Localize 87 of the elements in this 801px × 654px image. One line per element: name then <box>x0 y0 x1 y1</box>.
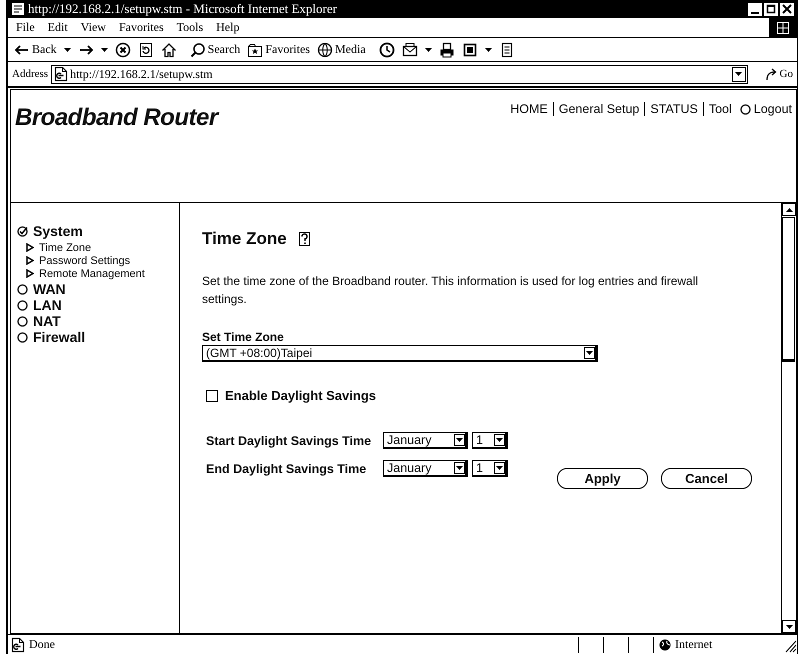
home-button[interactable] <box>160 42 177 58</box>
go-button[interactable]: Go <box>764 67 793 81</box>
printer-icon <box>438 42 455 58</box>
description-text: Set the time zone of the Broadband router. This information is used for log entries and firewall settings. <box>202 273 700 308</box>
window-title: http://192.168.2.1/setupw.stm - Microsoft Internet Explorer <box>28 1 338 17</box>
page-icon <box>54 66 68 82</box>
address-field[interactable]: http://192.168.2.1/setupw.stm <box>51 64 748 84</box>
caret-icon <box>484 48 492 52</box>
caret-icon <box>496 466 503 470</box>
page-title: Time Zone <box>202 229 287 249</box>
submenu-item[interactable]: Password Settings <box>26 254 179 267</box>
menu-item[interactable]: View <box>80 20 106 35</box>
field-label: Start Daylight Savings Time <box>206 434 372 448</box>
menu-item[interactable]: Help <box>216 20 240 35</box>
search-icon <box>190 42 206 58</box>
folder-star-icon <box>247 42 264 58</box>
dropdown-button[interactable] <box>732 66 746 82</box>
address-label: Address <box>12 68 48 80</box>
curved-arrow-icon <box>764 67 779 81</box>
checkbox-label: Enable Daylight Savings <box>225 388 376 403</box>
caret-icon <box>100 48 108 52</box>
home-icon <box>160 42 177 58</box>
status-text: Done <box>29 637 56 652</box>
nav-link[interactable]: General Setup <box>552 102 644 116</box>
caret-up-icon <box>786 208 792 212</box>
month-select[interactable]: January <box>383 432 468 449</box>
caret-icon <box>496 438 503 442</box>
caret-icon <box>586 351 593 355</box>
scroll-up-button[interactable] <box>782 203 796 216</box>
caret-icon <box>64 48 71 52</box>
history-button[interactable] <box>378 42 395 58</box>
nav-link[interactable]: HOME <box>505 102 553 116</box>
day-select[interactable]: 1 <box>472 460 508 477</box>
circle-icon <box>740 104 751 114</box>
logout-link[interactable]: Logout <box>736 102 792 116</box>
refresh-button[interactable] <box>138 42 154 58</box>
clock-icon <box>378 42 395 58</box>
apply-button[interactable]: Apply <box>557 468 648 489</box>
document-icon <box>462 42 478 58</box>
caret-icon <box>735 72 742 76</box>
router-logo: Broadband Router <box>15 104 218 132</box>
caret-icon <box>424 48 432 52</box>
page-icon <box>11 636 25 652</box>
caret-down-icon <box>786 624 792 628</box>
stop-icon <box>114 42 131 58</box>
mail-button[interactable] <box>402 42 432 58</box>
caret-icon <box>456 466 463 470</box>
day-select[interactable]: 1 <box>472 432 508 449</box>
sidebar-item[interactable]: NAT <box>17 313 179 329</box>
field-label: End Daylight Savings Time <box>206 462 368 476</box>
sidebar-item[interactable]: WAN <box>17 281 179 297</box>
time-zone-select[interactable]: (GMT +08:00)Taipei <box>202 345 598 362</box>
menu-item[interactable]: Favorites <box>118 20 164 35</box>
nav-link[interactable]: STATUS <box>644 102 703 116</box>
envelope-icon <box>402 42 418 58</box>
stop-button[interactable] <box>114 42 131 58</box>
close-icon <box>782 4 792 14</box>
minimize-button[interactable] <box>748 2 762 16</box>
submenu-item[interactable]: Time Zone <box>26 241 179 254</box>
checkbox[interactable] <box>206 390 218 402</box>
scrollbar[interactable] <box>781 203 796 633</box>
menu-item[interactable]: File <box>16 20 35 35</box>
zone-label: Internet <box>675 637 712 652</box>
edit-button[interactable] <box>462 42 492 58</box>
caret-icon <box>456 438 463 442</box>
field-label: Set Time Zone <box>202 330 285 344</box>
sidebar-item[interactable]: System <box>17 223 179 239</box>
scroll-thumb[interactable] <box>782 217 795 362</box>
menu-item[interactable]: Edit <box>48 20 68 35</box>
month-select[interactable]: January <box>383 460 468 477</box>
menu-item[interactable]: Tools <box>176 20 204 35</box>
media-button[interactable]: Media <box>316 42 366 58</box>
favorites-button[interactable]: Favorites <box>247 42 310 58</box>
sidebar-item[interactable]: LAN <box>17 297 179 313</box>
cancel-button[interactable]: Cancel <box>661 468 752 489</box>
back-button[interactable]: Back <box>14 42 71 58</box>
maximize-icon <box>766 4 776 14</box>
minimize-icon <box>751 12 759 14</box>
maximize-button[interactable] <box>764 2 778 16</box>
sidebar-item[interactable]: Firewall <box>17 329 179 345</box>
search-button[interactable]: Search <box>190 42 240 58</box>
print-button[interactable] <box>438 42 455 58</box>
refresh-icon <box>138 42 154 58</box>
close-button[interactable] <box>780 2 794 16</box>
scroll-down-button[interactable] <box>782 620 796 633</box>
nav-link[interactable]: Tool <box>702 102 737 116</box>
submenu-item[interactable]: Remote Management <box>26 267 179 280</box>
